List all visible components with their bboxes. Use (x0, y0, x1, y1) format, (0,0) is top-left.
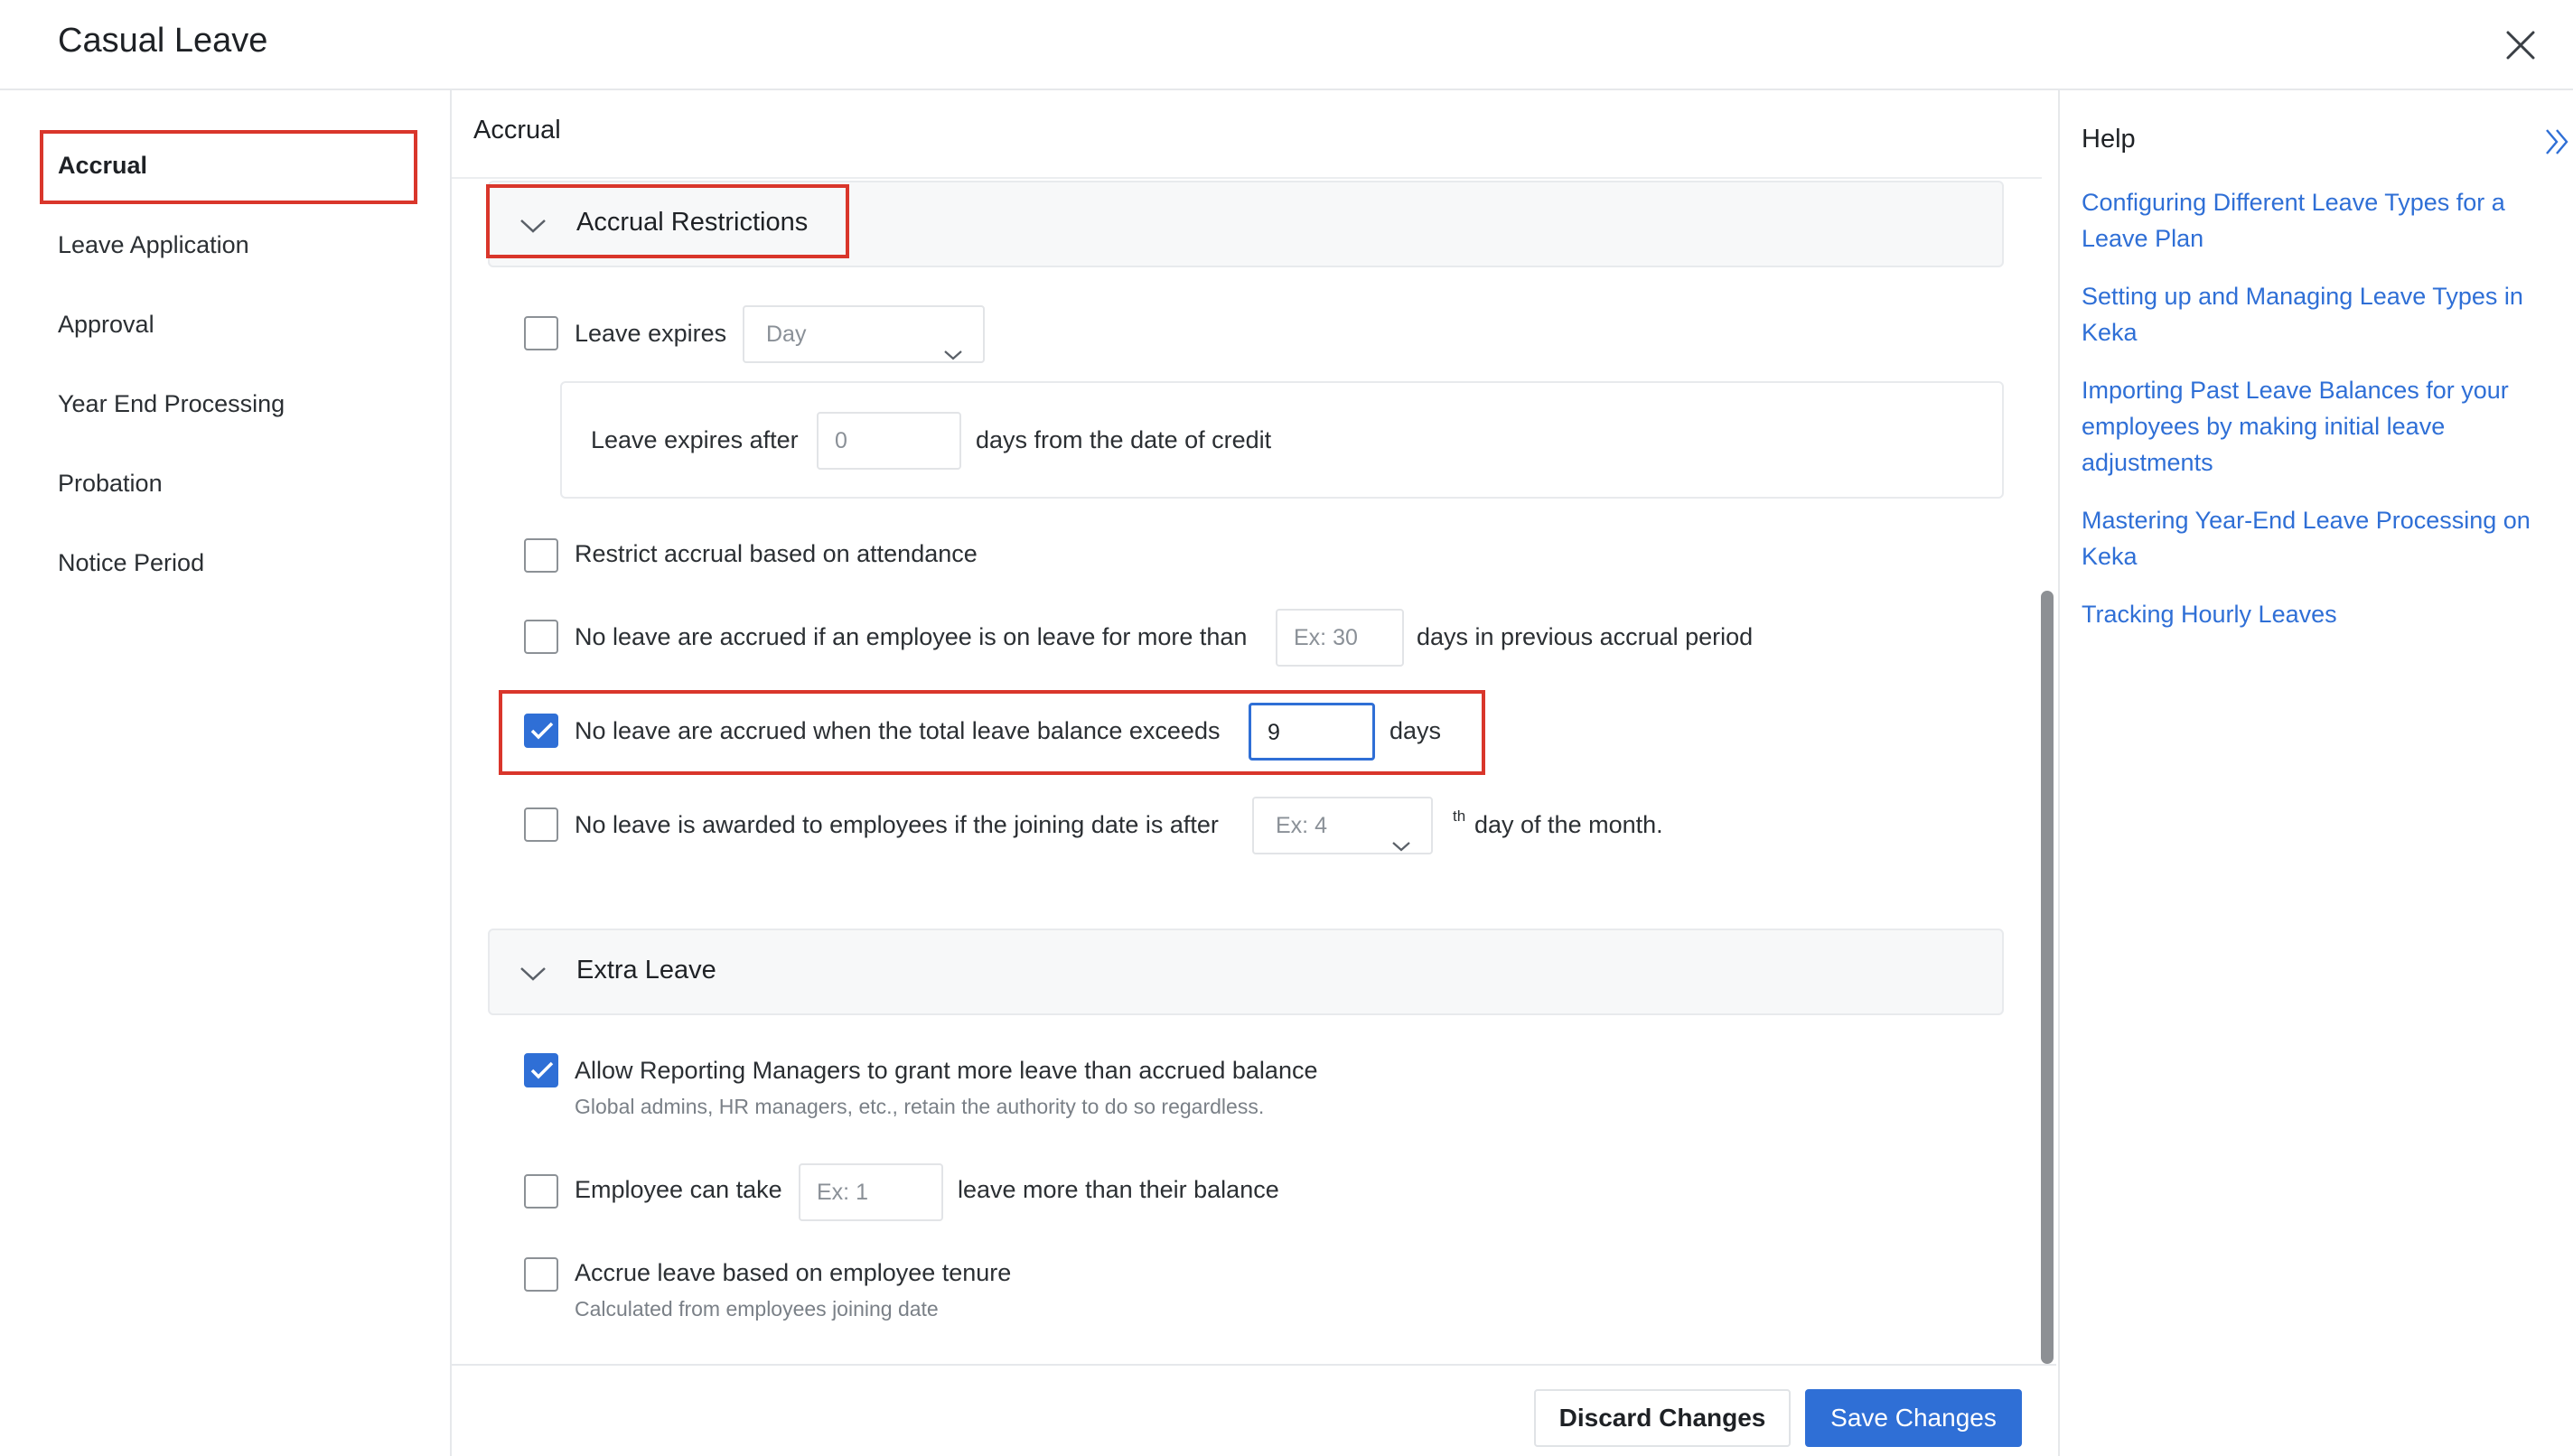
nav-item-approval[interactable]: Approval (58, 311, 154, 339)
divider (452, 177, 2042, 179)
leave-expires-after-label: Leave expires after (591, 426, 799, 453)
on-leave-more-than-suffix: days in previous accrual period (1417, 623, 1754, 650)
tenure-sublabel: Calculated from employees joining date (575, 1297, 939, 1321)
modal-title: Casual Leave (58, 22, 268, 60)
nav-item-accrual[interactable]: Accrual (58, 152, 147, 180)
help-title: Help (2082, 125, 2136, 154)
nav-item-notice-period[interactable]: Notice Period (58, 549, 204, 577)
allow-managers-checkbox[interactable] (524, 1053, 558, 1087)
employee-can-take-label: Employee can take (575, 1176, 782, 1203)
joining-date-suffix: day of the month. (1474, 811, 1663, 838)
restrict-attendance-checkbox[interactable] (524, 538, 558, 573)
tenure-checkbox[interactable] (524, 1257, 558, 1292)
nav-item-probation[interactable]: Probation (58, 470, 163, 498)
joining-day-select[interactable]: Ex: 4 (1252, 797, 1433, 854)
on-leave-more-than-label: No leave are accrued if an employee is o… (575, 623, 1248, 650)
leave-expires-checkbox[interactable] (524, 316, 558, 350)
help-link-year-end-processing[interactable]: Mastering Year-End Leave Processing on K… (2082, 502, 2551, 574)
help-link-leave-types-plan[interactable]: Configuring Different Leave Types for a … (2082, 184, 2551, 257)
check-icon (530, 1061, 554, 1079)
leave-expires-after-suffix: days from the date of credit (976, 426, 1272, 453)
help-link-importing-balances[interactable]: Importing Past Leave Balances for your e… (2082, 372, 2551, 481)
footer-divider (452, 1364, 2056, 1366)
help-link-managing-leave-types[interactable]: Setting up and Managing Leave Types in K… (2082, 278, 2551, 350)
balance-exceeds-checkbox[interactable] (524, 714, 558, 748)
balance-exceeds-suffix: days (1389, 717, 1442, 744)
chevron-down-icon (1391, 818, 1411, 873)
modal-header (0, 0, 2573, 90)
section-heading: Accrual (473, 116, 561, 145)
employee-can-take-suffix: leave more than their balance (958, 1176, 1279, 1203)
scrollbar-thumb[interactable] (2041, 591, 2054, 1364)
left-navigation (0, 90, 452, 1456)
leave-expires-unit-select[interactable]: Day (743, 305, 985, 363)
leave-expires-unit-value: Day (766, 322, 807, 347)
leave-expires-label: Leave expires (575, 320, 727, 347)
restrict-attendance-label: Restrict accrual based on attendance (575, 540, 978, 567)
tenure-label: Accrue leave based on employee tenure (575, 1259, 1012, 1286)
chevron-down-icon[interactable] (519, 965, 547, 983)
double-chevron-right-icon[interactable] (2544, 126, 2571, 157)
chevron-down-icon (943, 327, 963, 381)
joining-day-placeholder: Ex: 4 (1276, 813, 1327, 838)
employee-can-take-checkbox[interactable] (524, 1174, 558, 1209)
close-icon[interactable] (2503, 27, 2539, 63)
extra-leave-title: Extra Leave (576, 956, 716, 985)
allow-managers-label: Allow Reporting Managers to grant more l… (575, 1057, 1318, 1084)
on-leave-more-than-checkbox[interactable] (524, 620, 558, 654)
joining-date-label: No leave is awarded to employees if the … (575, 811, 1219, 838)
employee-can-take-input[interactable]: Ex: 1 (799, 1163, 943, 1221)
help-link-hourly-leaves[interactable]: Tracking Hourly Leaves (2082, 596, 2551, 632)
balance-exceeds-input[interactable]: 9 (1249, 703, 1375, 761)
joining-day-superscript: th (1453, 807, 1466, 825)
on-leave-days-input[interactable]: Ex: 30 (1276, 609, 1404, 667)
allow-managers-sublabel: Global admins, HR managers, etc., retain… (575, 1095, 1265, 1118)
joining-date-checkbox[interactable] (524, 807, 558, 842)
accrual-restrictions-highlight (486, 184, 849, 258)
check-icon (530, 722, 554, 740)
leave-expires-after-input[interactable]: 0 (817, 412, 961, 470)
nav-item-leave-application[interactable]: Leave Application (58, 231, 249, 259)
discard-changes-button[interactable]: Discard Changes (1534, 1389, 1791, 1447)
nav-item-year-end-processing[interactable]: Year End Processing (58, 390, 285, 418)
balance-exceeds-label: No leave are accrued when the total leav… (575, 717, 1221, 744)
save-changes-button[interactable]: Save Changes (1805, 1389, 2022, 1447)
